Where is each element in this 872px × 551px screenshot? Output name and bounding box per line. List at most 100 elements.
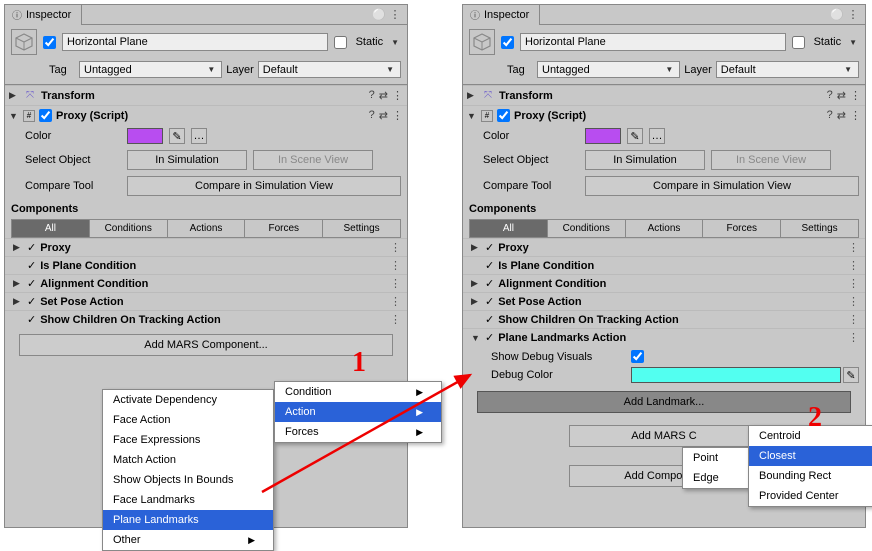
- preset-icon[interactable]: ⇄: [837, 89, 846, 102]
- menu-item-action[interactable]: Action▶: [275, 402, 441, 422]
- compare-button[interactable]: Compare in Simulation View: [127, 176, 401, 196]
- help-icon[interactable]: ?: [827, 89, 833, 102]
- component-menu-icon[interactable]: ⋮: [392, 109, 403, 122]
- list-item[interactable]: ✓Is Plane Condition⋮: [463, 256, 865, 274]
- tab-all[interactable]: All: [470, 220, 548, 237]
- layer-dropdown[interactable]: Default▼: [258, 61, 401, 78]
- menu-item[interactable]: Other▶: [103, 530, 273, 550]
- add-landmark-button[interactable]: Add Landmark...: [477, 391, 851, 413]
- transform-component-header[interactable]: ▶ ⤧ Transform ?⇄⋮: [5, 85, 407, 105]
- menu-item[interactable]: Face Landmarks: [103, 490, 273, 510]
- panel-menu-icon[interactable]: ⋮: [389, 9, 401, 21]
- tab-forces[interactable]: Forces: [703, 220, 781, 237]
- item-menu-icon[interactable]: ⋮: [848, 295, 861, 308]
- eyedropper-icon[interactable]: ✎: [627, 128, 643, 144]
- list-item[interactable]: ▶✓Proxy⋮: [5, 238, 407, 256]
- gameobject-name-input[interactable]: [62, 33, 328, 51]
- list-item[interactable]: ▶✓Set Pose Action⋮: [5, 292, 407, 310]
- gameobject-name-input[interactable]: [520, 33, 786, 51]
- menu-item-closest[interactable]: Closest▶: [749, 446, 872, 466]
- color-swatch[interactable]: [127, 128, 163, 144]
- menu-item[interactable]: Activate Dependency: [103, 390, 273, 410]
- panel-menu-icon[interactable]: ⋮: [847, 9, 859, 21]
- item-menu-icon[interactable]: ⋮: [848, 331, 861, 344]
- tab-settings[interactable]: Settings: [323, 220, 400, 237]
- list-item[interactable]: ▶✓Alignment Condition⋮: [463, 274, 865, 292]
- help-icon[interactable]: ?: [369, 109, 375, 122]
- menu-item[interactable]: Condition▶: [275, 382, 441, 402]
- list-item-plane-landmarks[interactable]: ▼✓Plane Landmarks Action⋮: [463, 328, 865, 346]
- add-mars-component-button[interactable]: Add MARS C: [569, 425, 759, 447]
- item-menu-icon[interactable]: ⋮: [390, 295, 403, 308]
- show-debug-checkbox[interactable]: [631, 350, 644, 363]
- tab-actions[interactable]: Actions: [626, 220, 704, 237]
- component-enable-checkbox[interactable]: [497, 109, 510, 122]
- active-checkbox[interactable]: [501, 36, 514, 49]
- tab-conditions[interactable]: Conditions: [548, 220, 626, 237]
- component-enable-checkbox[interactable]: [39, 109, 52, 122]
- foldout-icon[interactable]: ▼: [9, 111, 19, 121]
- menu-item[interactable]: Provided Center: [749, 486, 872, 506]
- help-icon[interactable]: ?: [827, 109, 833, 122]
- in-scene-view-button[interactable]: In Scene View: [253, 150, 373, 170]
- in-simulation-button[interactable]: In Simulation: [127, 150, 247, 170]
- static-checkbox[interactable]: [334, 36, 347, 49]
- item-menu-icon[interactable]: ⋮: [848, 277, 861, 290]
- item-menu-icon[interactable]: ⋮: [848, 241, 861, 254]
- tab-forces[interactable]: Forces: [245, 220, 323, 237]
- layer-dropdown[interactable]: Default▼: [716, 61, 859, 78]
- menu-item-plane-landmarks[interactable]: Plane Landmarks: [103, 510, 273, 530]
- add-mars-component-button[interactable]: Add MARS Component...: [19, 334, 393, 356]
- debug-color-swatch[interactable]: [631, 367, 841, 383]
- list-item[interactable]: ▶✓Proxy⋮: [463, 238, 865, 256]
- transform-component-header[interactable]: ▶ ⤧ Transform ?⇄⋮: [463, 85, 865, 105]
- tab-settings[interactable]: Settings: [781, 220, 858, 237]
- prefab-icon[interactable]: [11, 29, 37, 55]
- static-dropdown-icon[interactable]: ▼: [389, 38, 401, 47]
- active-checkbox[interactable]: [43, 36, 56, 49]
- item-menu-icon[interactable]: ⋮: [848, 313, 861, 326]
- foldout-icon[interactable]: ▶: [467, 90, 477, 101]
- picker-button[interactable]: …: [191, 128, 207, 144]
- list-item[interactable]: ▶✓Set Pose Action⋮: [463, 292, 865, 310]
- item-menu-icon[interactable]: ⋮: [390, 259, 403, 272]
- component-menu-icon[interactable]: ⋮: [850, 109, 861, 122]
- color-swatch[interactable]: [585, 128, 621, 144]
- tag-dropdown[interactable]: Untagged▼: [537, 61, 680, 78]
- inspector-tab[interactable]: ⓘ Inspector: [463, 5, 540, 25]
- menu-item[interactable]: Bounding Rect: [749, 466, 872, 486]
- component-menu-icon[interactable]: ⋮: [392, 89, 403, 102]
- help-icon[interactable]: ?: [369, 89, 375, 102]
- item-menu-icon[interactable]: ⋮: [390, 277, 403, 290]
- tag-dropdown[interactable]: Untagged▼: [79, 61, 222, 78]
- in-scene-view-button[interactable]: In Scene View: [711, 150, 831, 170]
- list-item[interactable]: ✓Show Children On Tracking Action⋮: [463, 310, 865, 328]
- list-item[interactable]: ▶✓Alignment Condition⋮: [5, 274, 407, 292]
- in-simulation-button[interactable]: In Simulation: [585, 150, 705, 170]
- menu-item[interactable]: Forces▶: [275, 422, 441, 442]
- item-menu-icon[interactable]: ⋮: [848, 259, 861, 272]
- prefab-icon[interactable]: [469, 29, 495, 55]
- list-item[interactable]: ✓Show Children On Tracking Action⋮: [5, 310, 407, 328]
- menu-item[interactable]: Match Action: [103, 450, 273, 470]
- proxy-component-header[interactable]: ▼ # Proxy (Script) ?⇄⋮: [463, 105, 865, 125]
- compare-button[interactable]: Compare in Simulation View: [585, 176, 859, 196]
- lock-icon[interactable]: ⚪: [831, 9, 843, 21]
- static-dropdown-icon[interactable]: ▼: [847, 38, 859, 47]
- menu-item[interactable]: Show Objects In Bounds: [103, 470, 273, 490]
- tab-conditions[interactable]: Conditions: [90, 220, 168, 237]
- preset-icon[interactable]: ⇄: [379, 109, 388, 122]
- lock-icon[interactable]: ⚪: [373, 9, 385, 21]
- proxy-component-header[interactable]: ▼ # Proxy (Script) ?⇄⋮: [5, 105, 407, 125]
- preset-icon[interactable]: ⇄: [837, 109, 846, 122]
- tab-actions[interactable]: Actions: [168, 220, 246, 237]
- picker-button[interactable]: …: [649, 128, 665, 144]
- component-menu-icon[interactable]: ⋮: [850, 89, 861, 102]
- foldout-icon[interactable]: ▶: [9, 90, 19, 101]
- menu-item[interactable]: Face Expressions: [103, 430, 273, 450]
- inspector-tab[interactable]: ⓘ Inspector: [5, 5, 82, 25]
- list-item[interactable]: ✓Is Plane Condition⋮: [5, 256, 407, 274]
- static-checkbox[interactable]: [792, 36, 805, 49]
- item-menu-icon[interactable]: ⋮: [390, 241, 403, 254]
- preset-icon[interactable]: ⇄: [379, 89, 388, 102]
